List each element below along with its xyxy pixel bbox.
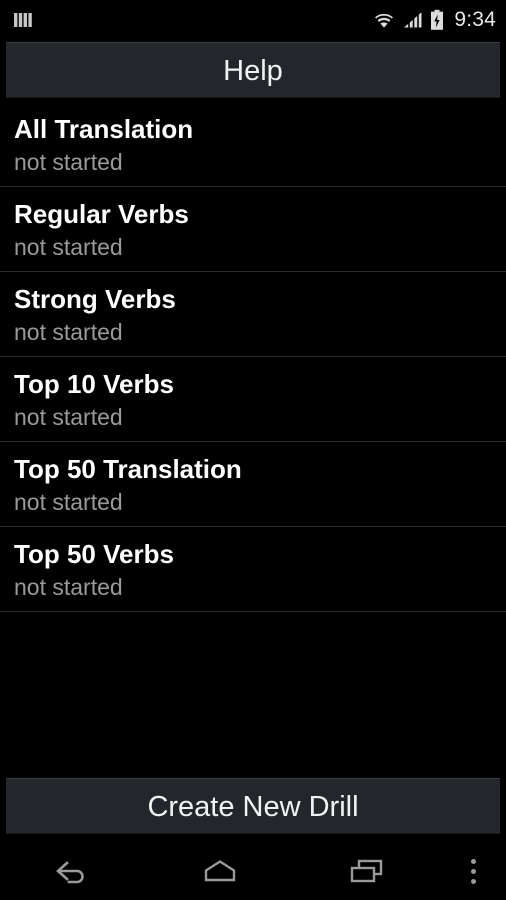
cellular-signal-icon <box>403 10 423 30</box>
drill-title: Strong Verbs <box>14 284 176 314</box>
wifi-icon <box>372 10 396 30</box>
help-button[interactable]: Help <box>6 42 500 98</box>
battery-charging-icon <box>430 9 444 31</box>
overflow-menu-icon <box>470 858 476 884</box>
list-item[interactable]: All Translation not started <box>0 102 506 187</box>
bottom-action-area: Create New Drill <box>0 778 506 842</box>
drill-status: not started <box>14 319 123 345</box>
drill-status: not started <box>14 234 123 260</box>
status-bar-clock: 9:34 <box>454 8 496 31</box>
status-bar: 9:34 <box>0 0 506 40</box>
drill-list[interactable]: All Translation not started Regular Verb… <box>0 98 506 778</box>
back-button[interactable] <box>0 842 147 900</box>
status-bar-notifications <box>12 10 34 30</box>
drill-title: Top 50 Translation <box>14 454 242 484</box>
list-item[interactable]: Top 10 Verbs not started <box>0 357 506 442</box>
status-bar-system-icons: 9:34 <box>372 8 496 32</box>
android-screen: 9:34 Help All Translation not started Re… <box>0 0 506 900</box>
drill-title: Top 10 Verbs <box>14 369 174 399</box>
drill-status: not started <box>14 489 123 515</box>
drill-status: not started <box>14 574 123 600</box>
recent-apps-button[interactable] <box>293 842 440 900</box>
home-icon <box>198 856 242 886</box>
drill-title: Top 50 Verbs <box>14 539 174 569</box>
list-item[interactable]: Regular Verbs not started <box>0 187 506 272</box>
back-arrow-icon <box>51 856 95 886</box>
notification-bars-icon <box>12 10 34 30</box>
list-item[interactable]: Strong Verbs not started <box>0 272 506 357</box>
home-button[interactable] <box>147 842 294 900</box>
drill-status: not started <box>14 404 123 430</box>
overflow-dot <box>470 858 476 864</box>
overflow-menu-button[interactable] <box>440 842 506 900</box>
drill-title: All Translation <box>14 114 194 144</box>
overflow-dot <box>470 868 476 874</box>
drill-title: Regular Verbs <box>14 199 189 229</box>
overflow-dot <box>470 878 476 884</box>
top-action-area: Help <box>0 40 506 98</box>
create-new-drill-button[interactable]: Create New Drill <box>6 778 500 834</box>
list-item[interactable]: Top 50 Verbs not started <box>0 527 506 612</box>
list-item[interactable]: Top 50 Translation not started <box>0 442 506 527</box>
navigation-bar <box>0 842 506 900</box>
recent-apps-icon <box>345 856 389 886</box>
drill-status: not started <box>14 149 123 175</box>
